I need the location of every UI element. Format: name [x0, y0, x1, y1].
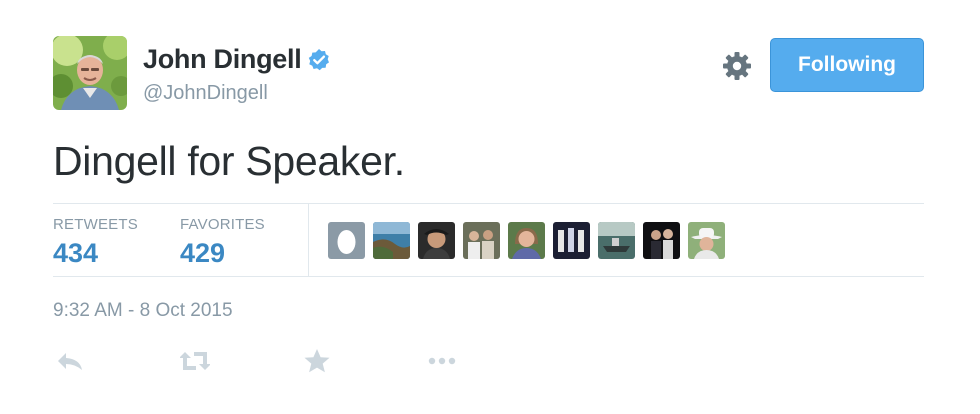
- favoriter-avatar-group[interactable]: [463, 222, 500, 259]
- favorites-label: FAVORITES: [180, 216, 265, 233]
- author-display-name[interactable]: John Dingell: [143, 44, 302, 75]
- author-handle[interactable]: @JohnDingell: [143, 82, 268, 105]
- retweets-label: RETWEETS: [53, 216, 138, 233]
- following-button[interactable]: Following: [770, 38, 924, 92]
- favoriters-avatar-list: [328, 222, 733, 259]
- verified-badge-icon: [309, 48, 330, 70]
- author-name-row: John Dingell: [143, 44, 331, 75]
- favoriter-avatar-night[interactable]: [643, 222, 680, 259]
- retweets-stat[interactable]: RETWEETS 434: [53, 216, 138, 269]
- retweets-count: 434: [53, 238, 99, 268]
- favoriter-avatar-man-hat[interactable]: [418, 222, 455, 259]
- reply-icon[interactable]: [55, 348, 85, 374]
- favoriter-avatar-woman[interactable]: [508, 222, 545, 259]
- tweet-text: Dingell for Speaker.: [53, 138, 405, 184]
- gear-icon[interactable]: [722, 51, 752, 81]
- favoriter-avatar-coast[interactable]: [373, 222, 410, 259]
- favoriter-avatar-egg[interactable]: [328, 222, 365, 259]
- profile-avatar[interactable]: [53, 36, 127, 110]
- favorites-stat[interactable]: FAVORITES 429: [180, 216, 265, 269]
- favorite-icon[interactable]: [302, 348, 332, 374]
- favorites-count: 429: [180, 238, 226, 268]
- favoriter-avatar-boat[interactable]: [598, 222, 635, 259]
- tweet-timestamp[interactable]: 9:32 AM - 8 Oct 2015: [53, 300, 233, 322]
- favoriter-avatar-cowboy[interactable]: [688, 222, 725, 259]
- favoriter-avatar-people[interactable]: [553, 222, 590, 259]
- tweet-stats: RETWEETS 434 FAVORITES 429: [53, 203, 924, 277]
- retweet-icon[interactable]: [180, 348, 210, 374]
- stats-divider: [308, 204, 309, 276]
- more-icon[interactable]: [427, 348, 457, 374]
